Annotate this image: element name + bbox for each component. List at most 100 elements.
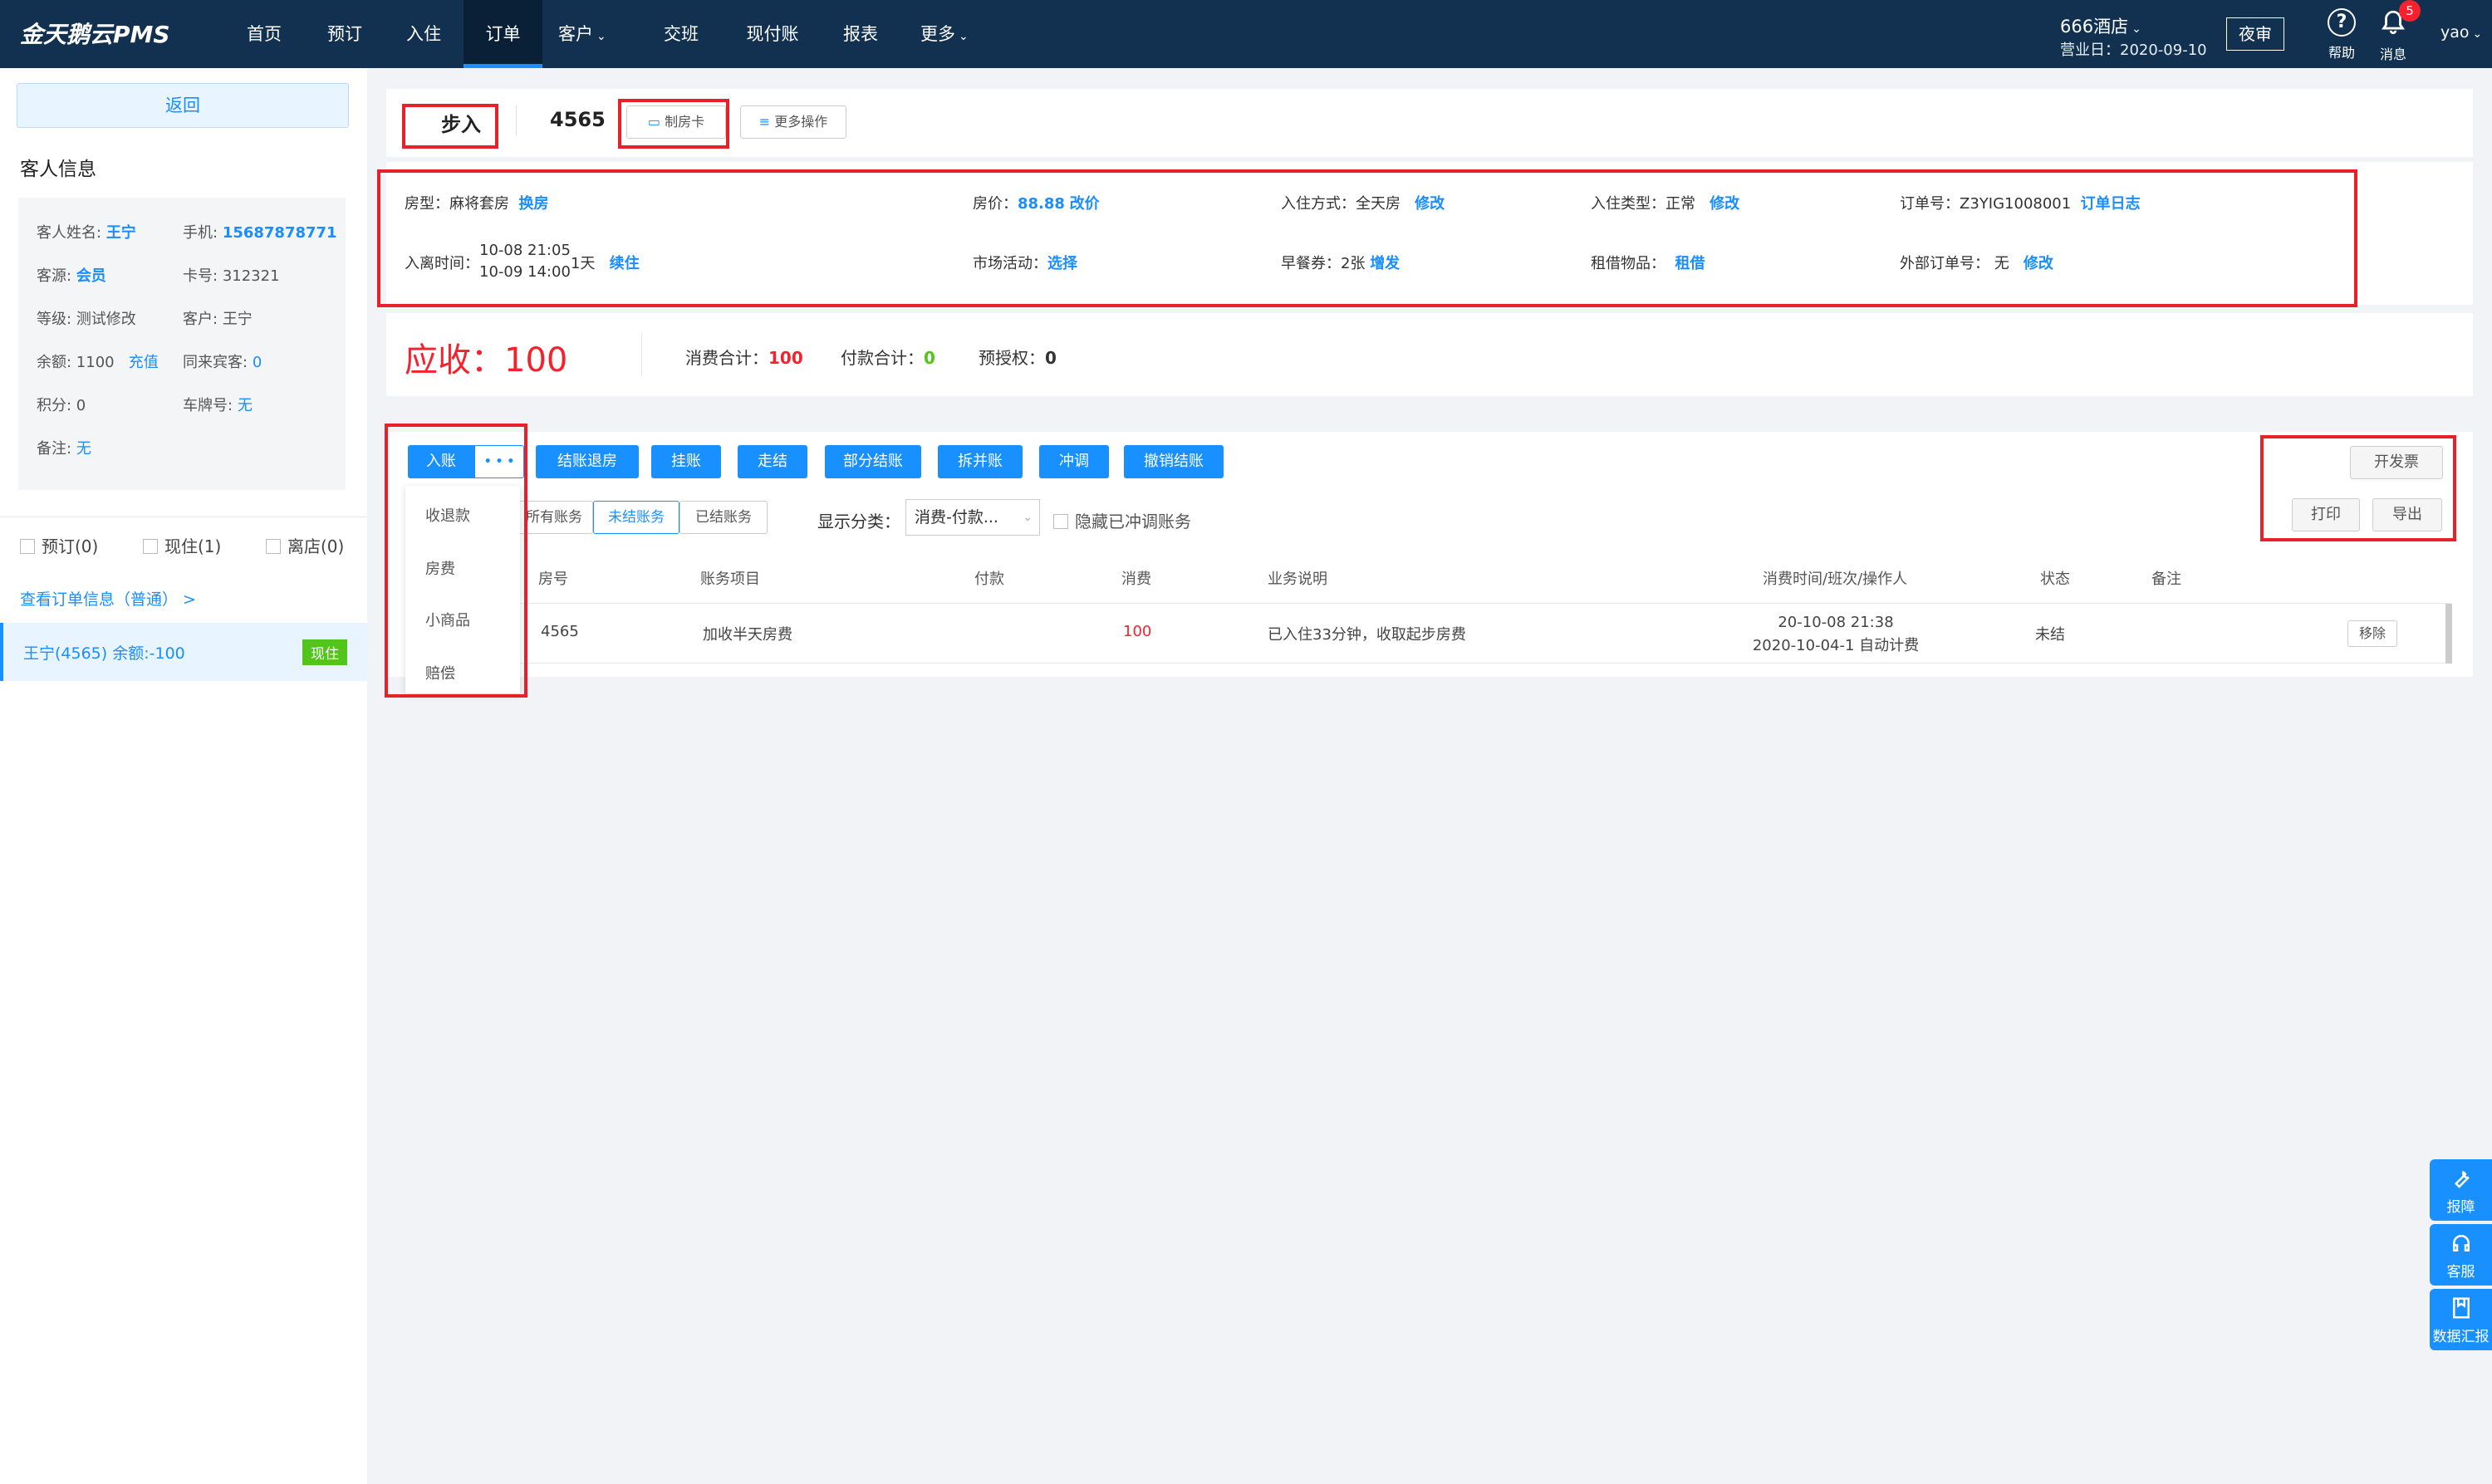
checkbox[interactable] (1053, 514, 1068, 529)
night-audit-button[interactable]: 夜审 (2226, 17, 2284, 51)
extend-stay-link[interactable]: 续住 (610, 255, 640, 272)
market-select-link[interactable]: 选择 (1047, 255, 1077, 272)
level-value: 测试修改 (76, 311, 136, 328)
remark-value[interactable]: 无 (76, 440, 91, 458)
rental-link[interactable]: 租借 (1675, 255, 1705, 272)
guest-list-item[interactable]: 王宁(4565) 余额:-100 现住 (0, 623, 367, 681)
checkbox[interactable] (143, 539, 158, 554)
scrollbar[interactable] (2445, 604, 2452, 664)
col-room: 房号 (538, 571, 568, 588)
dropdown-item-room-charge[interactable]: 房费 (425, 557, 455, 579)
display-category-select[interactable]: 消费-付款... ⌄ (905, 499, 1040, 536)
col-description: 业务说明 (1268, 571, 1327, 588)
cancel-settle-button[interactable]: 撤销结账 (1124, 445, 1224, 478)
walk-settle-button[interactable]: 走结 (738, 445, 807, 478)
nav-shift[interactable]: 交班 (650, 0, 713, 68)
checkbox[interactable] (20, 539, 35, 554)
stay-time-label: 入离时间： (405, 255, 479, 272)
level-label: 等级: (37, 311, 72, 328)
companions-value[interactable]: 0 (253, 354, 262, 371)
checkout-button[interactable]: 结账退房 (536, 445, 639, 478)
filter-reserved[interactable]: 预订(0) (20, 533, 98, 557)
more-operations-button[interactable]: ≡ 更多操作 (740, 105, 846, 139)
edit-checkin-mode-link[interactable]: 修改 (1415, 195, 1445, 213)
guest-name-link[interactable]: 王宁 (106, 224, 136, 242)
view-order-info-link[interactable]: 查看订单信息（普通） > (20, 587, 196, 610)
breakfast-value: 2张 (1341, 255, 1366, 272)
hide-reversed-label: 隐藏已冲调账务 (1075, 512, 1191, 531)
recharge-link[interactable]: 充值 (129, 354, 159, 371)
split-merge-button[interactable]: 拆并账 (938, 445, 1023, 478)
nav-orders[interactable]: 订单 (464, 0, 542, 68)
checkin-mode-field: 入住方式：全天房 修改 (1281, 192, 1445, 213)
balance-field: 余额: 1100 充值 (37, 350, 159, 372)
nav-reservation[interactable]: 预订 (313, 0, 376, 68)
invoice-button[interactable]: 开发票 (2350, 446, 2443, 479)
post-charge-more-button[interactable]: • • • (474, 445, 524, 478)
order-number-value: Z3YIG1008001 (1960, 195, 2072, 213)
partial-settle-button[interactable]: 部分结账 (825, 445, 921, 478)
source-value[interactable]: 会员 (76, 267, 106, 285)
report-issue-button[interactable]: 报障 (2430, 1159, 2492, 1221)
plate-field: 车牌号: 无 (183, 394, 253, 415)
room-number: 4565 (550, 108, 606, 131)
pay-total-label: 付款合计： (841, 348, 924, 368)
customer-service-label: 客服 (2446, 1264, 2475, 1281)
price-value: 88.88 (1018, 195, 1065, 213)
data-report-button[interactable]: 数据汇报 (2430, 1289, 2492, 1350)
checkbox[interactable] (266, 539, 281, 554)
market-label: 市场活动： (973, 255, 1047, 272)
help-label: 帮助 (2328, 45, 2355, 61)
dropdown-item-refund[interactable]: 收退款 (425, 504, 470, 526)
remark-label: 备注: (37, 440, 72, 458)
nav-customers[interactable]: 客户 ⌄ (558, 0, 606, 68)
nav-reports[interactable]: 报表 (829, 0, 892, 68)
order-log-link[interactable]: 订单日志 (2081, 195, 2141, 213)
dropdown-item-compensation[interactable]: 赔偿 (425, 662, 455, 683)
export-button[interactable]: 导出 (2372, 498, 2442, 531)
edit-external-order-link[interactable]: 修改 (2024, 255, 2053, 272)
help-button[interactable]: ? 帮助 (2324, 8, 2359, 61)
user-menu[interactable]: yao ⌄ (2440, 23, 2482, 42)
remove-button[interactable]: 移除 (2347, 620, 2397, 647)
edit-checkin-type-link[interactable]: 修改 (1710, 195, 1739, 213)
rental-label: 租借物品： (1591, 255, 1665, 272)
nav-home[interactable]: 首页 (233, 0, 296, 68)
tab-unsettled[interactable]: 未结账务 (593, 501, 679, 534)
preauth: 预授权：0 (979, 345, 1057, 369)
filter-checked-out[interactable]: 离店(0) (266, 533, 344, 557)
plate-value[interactable]: 无 (238, 397, 253, 414)
balance-label: 余额: 1100 (37, 354, 115, 371)
print-button[interactable]: 打印 (2292, 498, 2360, 531)
hide-reversed-toggle[interactable]: 隐藏已冲调账务 (1053, 508, 1191, 532)
hotel-selector[interactable]: 666酒店 ⌄ (2060, 13, 2141, 38)
checkin-mode-value: 全天房 (1356, 195, 1401, 213)
user-name: yao (2440, 23, 2470, 42)
nav-more[interactable]: 更多 ⌄ (920, 0, 969, 68)
post-charge-button[interactable]: 入账 (408, 445, 474, 478)
nav-checkin[interactable]: 入住 (392, 0, 455, 68)
tab-all-accounts[interactable]: 所有账务 (510, 501, 593, 534)
adjust-button[interactable]: 冲调 (1039, 445, 1109, 478)
filter-in-house[interactable]: 现住(1) (143, 533, 221, 557)
make-card-button[interactable]: ▭ 制房卡 (626, 105, 726, 139)
customer-service-button[interactable]: 客服 (2430, 1224, 2492, 1286)
data-report-label: 数据汇报 (2432, 1329, 2490, 1345)
tab-settled[interactable]: 已结账务 (679, 501, 768, 534)
receivable-label: 应收： (405, 341, 504, 380)
row-time-line2: 2020-10-04-1 自动计费 (1752, 637, 1920, 654)
phone-value[interactable]: 15687878771 (223, 224, 337, 242)
change-room-link[interactable]: 换房 (518, 195, 548, 213)
back-button[interactable]: 返回 (17, 83, 349, 128)
nav-customers-label: 客户 (558, 24, 593, 44)
dropdown-item-goods[interactable]: 小商品 (425, 609, 470, 630)
phone-label: 手机: (183, 224, 218, 242)
hang-account-button[interactable]: 挂账 (651, 445, 721, 478)
nav-cash-accounts[interactable]: 现付账 (735, 0, 810, 68)
status-badge: 现住 (302, 639, 347, 665)
col-item: 账务项目 (700, 571, 760, 588)
change-price-link[interactable]: 改价 (1070, 195, 1100, 213)
breakfast-add-link[interactable]: 增发 (1370, 255, 1400, 272)
divider (516, 105, 517, 135)
chevron-down-icon: ⌄ (2131, 22, 2141, 36)
